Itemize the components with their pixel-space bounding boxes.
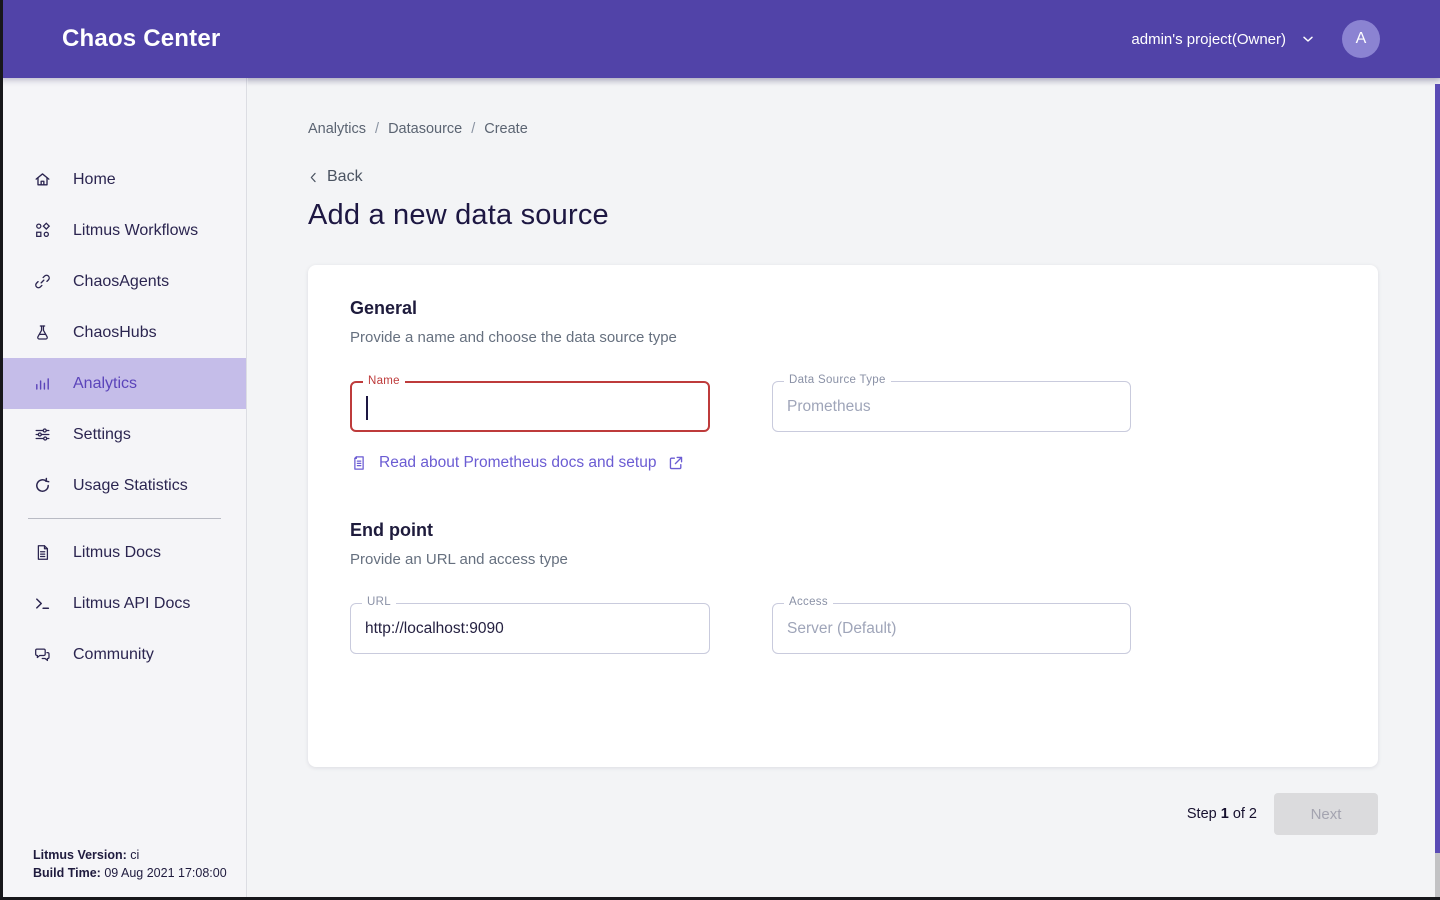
sidebar-divider [28, 518, 221, 519]
sidebar-item-chaosagents[interactable]: ChaosAgents [0, 256, 246, 307]
url-field-label: URL [362, 596, 396, 608]
chain-link-icon [33, 272, 52, 291]
sidebar-item-label: Litmus Workflows [73, 222, 198, 240]
app-header: Chaos Center admin's project(Owner) A [0, 0, 1440, 78]
page-title: Add a new data source [308, 199, 1440, 232]
sidebar-item-chaoshubs[interactable]: ChaosHubs [0, 307, 246, 358]
docs-link-text: Read about Prometheus docs and setup [379, 454, 656, 472]
sidebar-item-home[interactable]: Home [0, 154, 246, 205]
endpoint-heading: End point [350, 520, 1336, 541]
prometheus-docs-link[interactable]: Read about Prometheus docs and setup [350, 454, 685, 472]
sidebar-item-label: ChaosAgents [73, 273, 169, 291]
workflows-icon [33, 221, 52, 240]
step-indicator: Step1of 2 [1187, 806, 1257, 822]
back-button[interactable]: Back [306, 168, 363, 186]
form-footer: Step1of 2 Next [308, 793, 1378, 835]
bar-chart-icon [33, 374, 52, 393]
next-button[interactable]: Next [1274, 793, 1378, 835]
litmus-version-line: Litmus Version: ci [33, 846, 227, 864]
app-title: Chaos Center [62, 25, 220, 53]
chat-bubbles-icon [33, 645, 52, 664]
url-input[interactable] [351, 604, 709, 653]
external-link-icon [667, 454, 685, 472]
breadcrumb-create[interactable]: Create [484, 121, 528, 137]
step-current: 1 [1217, 806, 1233, 822]
access-field: Access [772, 603, 1131, 654]
general-fields-row: Name Data Source Type [350, 381, 1336, 432]
chevron-left-icon [306, 170, 321, 185]
sidebar-item-label: Litmus Docs [73, 544, 161, 562]
data-source-type-label: Data Source Type [784, 374, 891, 386]
sidebar-item-label: ChaosHubs [73, 324, 157, 342]
sidebar-item-label: Analytics [73, 375, 137, 393]
breadcrumb-separator: / [366, 121, 388, 137]
sidebar-item-litmus-workflows[interactable]: Litmus Workflows [0, 205, 246, 256]
sidebar-item-label: Home [73, 171, 116, 189]
header-right: admin's project(Owner) A [1131, 20, 1380, 58]
app-window: Chaos Center admin's project(Owner) A Ho… [0, 0, 1440, 900]
window-left-edge [0, 0, 3, 900]
main-content: Analytics / Datasource / Create Back Add… [248, 78, 1440, 900]
data-source-type-field: Data Source Type [772, 381, 1131, 432]
sidebar: Home Litmus Workflows ChaosAgents ChaosH… [0, 78, 247, 900]
sidebar-secondary-nav: Litmus Docs Litmus API Docs Community [0, 527, 246, 680]
endpoint-subtitle: Provide an URL and access type [350, 551, 1336, 568]
sidebar-item-label: Settings [73, 426, 131, 444]
sidebar-item-label: Community [73, 646, 154, 664]
project-selector[interactable]: admin's project(Owner) [1131, 31, 1316, 48]
scrollbar-track[interactable] [1435, 853, 1440, 897]
back-label: Back [327, 168, 363, 186]
project-label: admin's project(Owner) [1131, 31, 1286, 48]
sidebar-item-litmus-api-docs[interactable]: Litmus API Docs [0, 578, 246, 629]
scrollbar-thumb[interactable] [1435, 84, 1440, 853]
chevron-down-icon [1300, 31, 1316, 47]
breadcrumb: Analytics / Datasource / Create [308, 121, 1440, 137]
sidebar-item-usage-statistics[interactable]: Usage Statistics [0, 460, 246, 511]
sidebar-item-litmus-docs[interactable]: Litmus Docs [0, 527, 246, 578]
flask-icon [33, 323, 52, 342]
document-icon [33, 543, 52, 562]
home-icon [33, 170, 52, 189]
breadcrumb-separator: / [462, 121, 484, 137]
build-time-line: Build Time: 09 Aug 2021 17:08:00 [33, 864, 227, 882]
name-input[interactable] [352, 383, 708, 430]
sidebar-item-analytics[interactable]: Analytics [0, 358, 246, 409]
name-field: Name [350, 381, 710, 432]
url-field: URL [350, 603, 710, 654]
data-source-type-input[interactable] [773, 382, 1130, 431]
terminal-icon [33, 594, 52, 613]
sliders-icon [33, 425, 52, 444]
breadcrumb-datasource[interactable]: Datasource [388, 121, 462, 137]
sidebar-item-label: Usage Statistics [73, 477, 188, 495]
note-doc-icon [350, 454, 368, 472]
text-caret [366, 396, 368, 420]
sidebar-primary-nav: Home Litmus Workflows ChaosAgents ChaosH… [0, 154, 246, 511]
sidebar-item-community[interactable]: Community [0, 629, 246, 680]
sidebar-item-label: Litmus API Docs [73, 595, 190, 613]
endpoint-fields-row: URL Access [350, 603, 1336, 654]
general-heading: General [350, 298, 1336, 319]
general-subtitle: Provide a name and choose the data sourc… [350, 329, 1336, 346]
avatar[interactable]: A [1342, 20, 1380, 58]
sidebar-item-settings[interactable]: Settings [0, 409, 246, 460]
refresh-circle-icon [33, 476, 52, 495]
version-info: Litmus Version: ci Build Time: 09 Aug 20… [33, 846, 227, 882]
access-field-label: Access [784, 596, 833, 608]
name-field-label: Name [363, 375, 405, 387]
access-input[interactable] [773, 604, 1130, 653]
datasource-form-card: General Provide a name and choose the da… [308, 265, 1378, 767]
avatar-initial: A [1356, 30, 1367, 48]
breadcrumb-analytics[interactable]: Analytics [308, 121, 366, 137]
